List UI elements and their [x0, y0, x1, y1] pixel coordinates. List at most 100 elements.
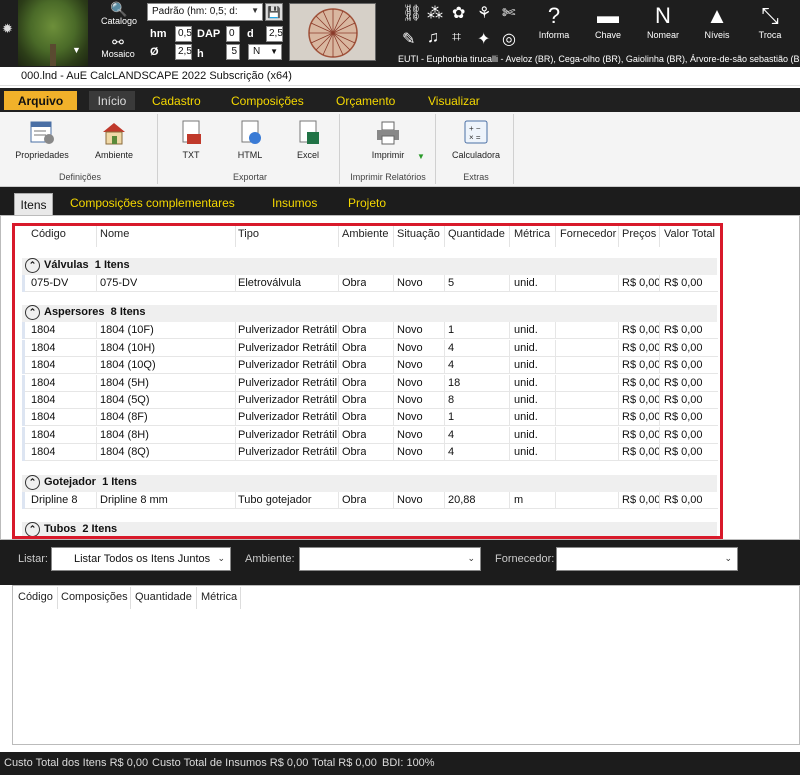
chevron-down-icon: ▼ [270, 47, 278, 56]
catalog-icon: 🔍 [110, 1, 128, 17]
ambiente-select[interactable]: ⌄ [299, 547, 481, 571]
ribbon-tabs: Arquivo Início Cadastro Composições Orça… [0, 88, 800, 112]
column-divider [240, 587, 241, 609]
h-label: h [197, 48, 204, 60]
tab-orcamento[interactable]: Orçamento [330, 92, 401, 110]
niveis-button[interactable]: ▲ Níveis [697, 2, 737, 40]
scissors-icon[interactable]: ✄ [502, 3, 515, 23]
lower-col-composicoes[interactable]: Composições [61, 591, 128, 603]
dap-input[interactable]: 0 [226, 26, 240, 42]
hm-label: hm [150, 28, 167, 40]
excel-file-icon [294, 120, 322, 146]
name-icon: N [655, 3, 671, 28]
troca-button[interactable]: ⤡ Troca [750, 2, 790, 40]
listar-select[interactable]: Listar Todos os Itens Juntos ⌄ [51, 547, 231, 571]
html-file-icon [236, 120, 264, 146]
tab-insumos[interactable]: Insumos [272, 196, 317, 210]
column-divider [57, 587, 58, 609]
group-exportar: Exportar [232, 172, 267, 182]
mosaico-button[interactable]: ⚯ Mosaico [97, 35, 139, 59]
tab-itens[interactable]: Itens [14, 193, 53, 215]
fornecedor-select[interactable]: ⌄ [556, 547, 738, 571]
svg-text:× =: × = [469, 133, 481, 142]
plant-thumbnail[interactable] [18, 0, 88, 66]
ribbon: Propriedades Ambiente Definições TXT HTM… [0, 112, 800, 187]
tab-projeto[interactable]: Projeto [348, 196, 386, 210]
binoculars-icon: ⚯ [112, 34, 124, 50]
imprimir-button[interactable]: Imprimir [362, 120, 414, 160]
d-input[interactable]: 2,5 [266, 26, 283, 42]
fornecedor-label: Fornecedor: [495, 553, 555, 565]
flower-icon[interactable]: ✿ [452, 3, 465, 23]
house-icon [100, 120, 128, 146]
ribbon-divider [339, 114, 340, 184]
mountain-icon: ▲ [706, 3, 728, 28]
calculator-icon: + − × = [462, 120, 490, 146]
imprimir-dropdown-icon[interactable]: ▼ [417, 152, 425, 161]
tab-arquivo[interactable]: Arquivo [4, 91, 77, 110]
properties-icon [28, 120, 56, 146]
group-definicoes: Definições [58, 172, 102, 182]
ribbon-divider [513, 114, 514, 184]
ambiente-label: Ambiente: [245, 553, 295, 565]
link-icon[interactable]: ⛓ [402, 3, 422, 23]
printer-icon [374, 120, 402, 146]
nodes-icon[interactable]: ⚘ [477, 3, 491, 23]
h-input[interactable]: 5 [226, 44, 240, 60]
ribbon-divider [435, 114, 436, 184]
txt-file-icon [177, 120, 205, 146]
thumbnail-dropdown-icon[interactable]: ▼ [72, 45, 81, 55]
save-icon[interactable]: 💾 [265, 3, 283, 21]
note-icon[interactable]: ♫ [427, 29, 439, 47]
swap-arrows-icon: ⤡ [761, 3, 779, 28]
tab-inicio[interactable]: Início [89, 91, 135, 110]
tab-cadastro[interactable]: Cadastro [146, 92, 207, 110]
total-status: Total R$ 0,00 [312, 757, 377, 769]
tab-visualizar[interactable]: Visualizar [422, 92, 486, 110]
diameter-label: Ø [150, 46, 159, 58]
column-divider [196, 587, 197, 609]
lower-col-metrica[interactable]: Métrica [201, 591, 237, 603]
listar-label: Listar: [18, 553, 48, 565]
export-html-button[interactable]: HTML [233, 120, 267, 160]
target-icon[interactable]: ◎ [502, 29, 516, 49]
tab-composicoes-complementares[interactable]: Composições complementares [70, 196, 235, 210]
ribbon-divider [157, 114, 158, 184]
lower-col-quantidade[interactable]: Quantidade [135, 591, 192, 603]
d-label: d [247, 28, 254, 40]
orientation-select[interactable]: N ▼ [248, 44, 282, 60]
catalogo-button[interactable]: 🔍 Catalogo [99, 2, 139, 26]
chevron-down-icon: ⌄ [217, 553, 225, 563]
chevron-down-icon: ⌄ [724, 553, 732, 563]
custo-itens-status: Custo Total dos Itens R$ 0,00 [4, 757, 149, 769]
speech-bubble-icon: ▬ [597, 3, 619, 28]
bug-icon[interactable]: ✹ [2, 22, 16, 36]
export-excel-button[interactable]: Excel [291, 120, 325, 160]
compositions-grid[interactable] [12, 585, 800, 745]
chevron-down-icon: ⌄ [467, 553, 475, 563]
dap-label: DAP [197, 28, 221, 40]
crop-icon[interactable]: ⌗ [452, 29, 461, 47]
diameter-input[interactable]: 2,5 [175, 44, 192, 60]
chave-button[interactable]: ▬ Chave [588, 2, 628, 40]
informa-button[interactable]: ? Informa [534, 2, 574, 40]
sparkle-icon[interactable]: ✦ [477, 29, 490, 49]
propriedades-button[interactable]: Propriedades [12, 120, 72, 160]
status-bar: Custo Total dos Itens R$ 0,00 Custo Tota… [0, 752, 800, 775]
species-info: EUTI - Euphorbia tirucalli - Aveloz (BR)… [398, 54, 800, 64]
column-divider [130, 587, 131, 609]
plant-symbol-icon [308, 8, 358, 58]
chevron-down-icon: ▼ [251, 6, 259, 15]
edit-icon[interactable]: ✎ [402, 29, 415, 49]
preset-select[interactable]: Padrão (hm: 0,5; d: ▼ [147, 3, 263, 21]
tab-composicoes[interactable]: Composições [225, 92, 310, 110]
export-txt-button[interactable]: TXT [174, 120, 208, 160]
hm-input[interactable]: 0,5 [175, 26, 192, 42]
lower-col-codigo[interactable]: Código [18, 591, 53, 603]
top-toolbar: ✹ ▼ 🔍 Catalogo ⚯ Mosaico Padrão (hm: 0,5; … [0, 0, 800, 67]
cluster-icon[interactable]: ⁂ [427, 3, 443, 23]
ambiente-button[interactable]: Ambiente [88, 120, 140, 160]
nomear-button[interactable]: N Nomear [643, 2, 683, 40]
plant-plan-preview [289, 3, 376, 61]
calculadora-button[interactable]: + − × = Calculadora [450, 120, 502, 160]
